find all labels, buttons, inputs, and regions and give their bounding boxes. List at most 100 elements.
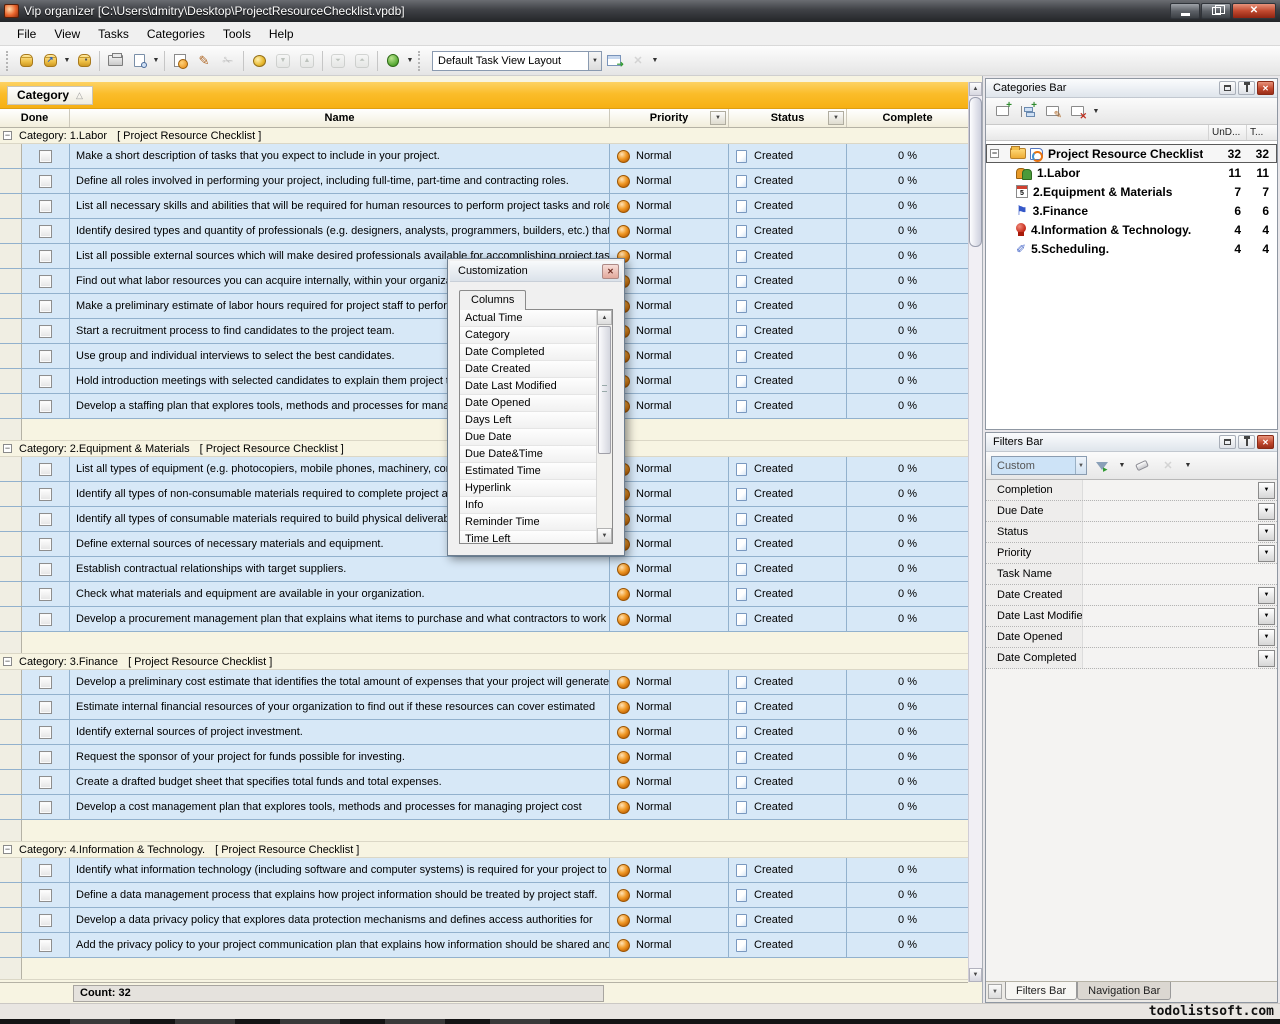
tab-navigation-bar[interactable]: Navigation Bar [1077,982,1171,1000]
done-cell[interactable] [22,319,70,343]
task-row[interactable]: Establish contractual relationships with… [0,557,968,582]
column-option[interactable]: Due Date [460,429,596,446]
done-cell[interactable] [22,394,70,418]
column-option[interactable]: Estimated Time [460,463,596,480]
menu-help[interactable]: Help [260,24,303,44]
edit-task-button[interactable]: ✎ [192,49,216,73]
done-checkbox[interactable] [39,250,52,263]
filters-bar-header[interactable]: Filters Bar ✕ [986,433,1277,452]
dialog-scroll-down-icon[interactable]: ▼ [597,528,612,543]
task-row[interactable]: Identify what information technology (in… [0,858,968,883]
task-row[interactable]: Add the privacy policy to your project c… [0,933,968,958]
menu-tasks[interactable]: Tasks [89,24,138,44]
done-checkbox[interactable] [39,864,52,877]
collapse-icon[interactable]: − [3,131,12,140]
filter-value[interactable] [1083,543,1258,563]
done-cell[interactable] [22,219,70,243]
dialog-close-button[interactable]: ✕ [602,264,619,279]
dialog-title-bar[interactable]: Customization ✕ [450,261,622,282]
dialog-scroll-up-icon[interactable]: ▲ [597,310,612,325]
print-button[interactable] [103,49,127,73]
task-row[interactable]: Define all roles involved in performing … [0,169,968,194]
done-cell[interactable] [22,795,70,819]
done-cell[interactable] [22,194,70,218]
tree-item-category[interactable]: ✐5.Scheduling.44 [986,239,1277,258]
print-preview-button[interactable] [127,49,151,73]
filter-value[interactable] [1083,585,1258,605]
done-cell[interactable] [22,144,70,168]
task-row[interactable]: Develop a procurement management plan th… [0,607,968,632]
group-by-category-button[interactable]: Category △ [7,86,93,105]
tree-item-category[interactable]: 1.Labor1111 [986,163,1277,182]
task-row[interactable]: Develop a cost management plan that expl… [0,795,968,820]
done-checkbox[interactable] [39,613,52,626]
panel-restore-button[interactable] [1219,435,1236,449]
done-checkbox[interactable] [39,275,52,288]
tab-columns[interactable]: Columns [459,290,526,310]
delete-layout-button[interactable]: ✕ [626,49,650,73]
column-option[interactable]: Date Opened [460,395,596,412]
done-checkbox[interactable] [39,939,52,952]
categories-toolbar-dropdown-icon[interactable]: ▼ [1091,108,1101,115]
move-down-button[interactable]: ▼ [271,49,295,73]
done-cell[interactable] [22,507,70,531]
done-cell[interactable] [22,720,70,744]
task-name[interactable]: Define all roles involved in performing … [70,169,610,193]
task-name[interactable]: Develop a data privacy policy that explo… [70,908,610,932]
add-category-button[interactable]: + [991,100,1013,122]
new-database-button[interactable] [14,49,38,73]
done-cell[interactable] [22,457,70,481]
apply-filter-dropdown-icon[interactable]: ▼ [1117,462,1127,469]
done-checkbox[interactable] [39,150,52,163]
print-dropdown-icon[interactable]: ▼ [151,57,161,64]
task-row[interactable]: Develop a data privacy policy that explo… [0,908,968,933]
new-task-button[interactable] [168,49,192,73]
done-cell[interactable] [22,482,70,506]
open-dropdown-icon[interactable]: ▼ [62,57,72,64]
tree-item-category[interactable]: ⚑3.Finance66 [986,201,1277,220]
task-name[interactable]: Identify desired types and quantity of p… [70,219,610,243]
panel-restore-button[interactable] [1219,81,1236,95]
layout-combo-arrow-icon[interactable]: ▼ [588,52,601,70]
done-cell[interactable] [22,269,70,293]
done-checkbox[interactable] [39,726,52,739]
column-header-name[interactable]: Name [70,109,610,127]
done-checkbox[interactable] [39,488,52,501]
save-database-button[interactable]: ▪ [72,49,96,73]
categories-bar-header[interactable]: Categories Bar ✕ [986,79,1277,98]
done-checkbox[interactable] [39,463,52,476]
done-cell[interactable] [22,858,70,882]
done-cell[interactable] [22,344,70,368]
filter-value[interactable] [1083,606,1258,626]
done-checkbox[interactable] [39,751,52,764]
filter-dropdown-button[interactable]: ▼ [1258,629,1275,646]
scrollbar-thumb[interactable] [969,97,982,247]
panel-close-button[interactable]: ✕ [1257,81,1274,95]
column-option[interactable]: Reminder Time [460,514,596,531]
collapse-icon[interactable]: − [3,444,12,453]
done-checkbox[interactable] [39,676,52,689]
task-name[interactable]: Develop a preliminary cost estimate that… [70,670,610,694]
menu-tools[interactable]: Tools [214,24,260,44]
panel-pin-button[interactable] [1238,435,1255,449]
scroll-up-icon[interactable]: ▲ [969,82,982,96]
filter-value[interactable] [1083,627,1258,647]
task-row[interactable]: Make a short description of tasks that y… [0,144,968,169]
tab-filters-bar[interactable]: Filters Bar [1005,982,1077,1000]
collapse-icon[interactable]: − [990,149,999,158]
task-row[interactable]: Define a data management process that ex… [0,883,968,908]
done-checkbox[interactable] [39,889,52,902]
done-checkbox[interactable] [39,538,52,551]
filter-dropdown-button[interactable]: ▼ [1258,650,1275,667]
column-option[interactable]: Actual Time [460,310,596,327]
task-name[interactable]: Establish contractual relationships with… [70,557,610,581]
done-cell[interactable] [22,607,70,631]
category-group-header[interactable]: −Category: 3.Finance[ Project Resource C… [0,654,968,670]
clear-filter-button[interactable] [1131,455,1153,477]
column-header-done[interactable]: Done [0,109,70,127]
column-header-complete[interactable]: Complete [847,109,968,127]
done-cell[interactable] [22,908,70,932]
move-up-button[interactable]: ▲ [295,49,319,73]
done-cell[interactable] [22,695,70,719]
filter-value[interactable] [1083,564,1277,584]
